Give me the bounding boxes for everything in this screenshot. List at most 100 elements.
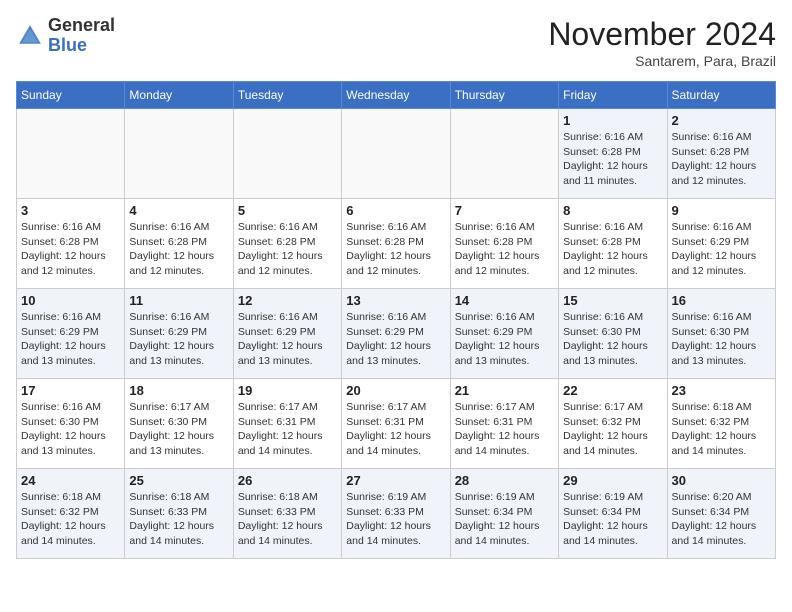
day-info: Sunrise: 6:16 AM Sunset: 6:30 PM Dayligh…: [21, 400, 120, 459]
day-header-friday: Friday: [559, 82, 667, 109]
day-info: Sunrise: 6:19 AM Sunset: 6:34 PM Dayligh…: [563, 490, 662, 549]
day-number: 26: [238, 473, 337, 488]
day-number: 12: [238, 293, 337, 308]
day-info: Sunrise: 6:16 AM Sunset: 6:28 PM Dayligh…: [21, 220, 120, 279]
day-info: Sunrise: 6:19 AM Sunset: 6:33 PM Dayligh…: [346, 490, 445, 549]
day-info: Sunrise: 6:20 AM Sunset: 6:34 PM Dayligh…: [672, 490, 771, 549]
day-number: 20: [346, 383, 445, 398]
calendar-cell: 7 Sunrise: 6:16 AM Sunset: 6:28 PM Daylig…: [450, 199, 558, 289]
day-info: Sunrise: 6:17 AM Sunset: 6:32 PM Dayligh…: [563, 400, 662, 459]
day-number: 21: [455, 383, 554, 398]
day-info: Sunrise: 6:16 AM Sunset: 6:29 PM Dayligh…: [238, 310, 337, 369]
day-number: 16: [672, 293, 771, 308]
day-number: 15: [563, 293, 662, 308]
day-number: 14: [455, 293, 554, 308]
day-number: 22: [563, 383, 662, 398]
day-info: Sunrise: 6:16 AM Sunset: 6:29 PM Dayligh…: [21, 310, 120, 369]
day-number: 25: [129, 473, 228, 488]
day-number: 29: [563, 473, 662, 488]
calendar-cell: 15Sunrise: 6:16 AM Sunset: 6:30 PM Dayli…: [559, 289, 667, 379]
day-info: Sunrise: 6:16 AM Sunset: 6:30 PM Dayligh…: [672, 310, 771, 369]
day-info: Sunrise: 6:17 AM Sunset: 6:31 PM Dayligh…: [238, 400, 337, 459]
calendar-cell: 27 Sunrise: 6:19 AM Sunset: 6:33 PM Dayli…: [342, 469, 450, 559]
day-info: Sunrise: 6:16 AM Sunset: 6:29 PM Dayligh…: [672, 220, 771, 279]
calendar-cell: 14 Sunrise: 6:16 AM Sunset: 6:29 PM Dayli…: [450, 289, 558, 379]
calendar-cell: 10 Sunrise: 6:16 AM Sunset: 6:29 PM Dayli…: [17, 289, 125, 379]
day-number: 11: [129, 293, 228, 308]
day-info: Sunrise: 6:16 AM Sunset: 6:29 PM Dayligh…: [129, 310, 228, 369]
calendar-cell: 4Sunrise: 6:16 AM Sunset: 6:28 PM Daylig…: [125, 199, 233, 289]
day-info: Sunrise: 6:17 AM Sunset: 6:31 PM Dayligh…: [455, 400, 554, 459]
calendar-cell: 9 Sunrise: 6:16 AM Sunset: 6:29 PM Daylig…: [667, 199, 775, 289]
calendar-cell: 19 Sunrise: 6:17 AM Sunset: 6:31 PM Dayli…: [233, 379, 341, 469]
day-info: Sunrise: 6:18 AM Sunset: 6:33 PM Dayligh…: [129, 490, 228, 549]
calendar-cell: 5 Sunrise: 6:16 AM Sunset: 6:28 PM Daylig…: [233, 199, 341, 289]
calendar-cell: 25 Sunrise: 6:18 AM Sunset: 6:33 PM Dayli…: [125, 469, 233, 559]
calendar-cell: 2Sunrise: 6:16 AM Sunset: 6:28 PM Daylig…: [667, 109, 775, 199]
calendar-table: SundayMondayTuesdayWednesdayThursdayFrid…: [16, 81, 776, 559]
day-info: Sunrise: 6:17 AM Sunset: 6:31 PM Dayligh…: [346, 400, 445, 459]
logo-blue-text: Blue: [48, 35, 87, 55]
calendar-week-row: 10 Sunrise: 6:16 AM Sunset: 6:29 PM Dayli…: [17, 289, 776, 379]
logo-icon: [16, 22, 44, 50]
day-number: 24: [21, 473, 120, 488]
day-number: 4: [129, 203, 228, 218]
month-title: November 2024: [548, 16, 776, 53]
day-header-tuesday: Tuesday: [233, 82, 341, 109]
calendar-cell: [233, 109, 341, 199]
day-number: 6: [346, 203, 445, 218]
day-header-sunday: Sunday: [17, 82, 125, 109]
calendar-cell: 1 Sunrise: 6:16 AM Sunset: 6:28 PM Daylig…: [559, 109, 667, 199]
day-number: 9: [672, 203, 771, 218]
day-header-saturday: Saturday: [667, 82, 775, 109]
logo-general-text: General: [48, 15, 115, 35]
day-info: Sunrise: 6:16 AM Sunset: 6:28 PM Dayligh…: [563, 130, 662, 189]
day-number: 2: [672, 113, 771, 128]
day-number: 13: [346, 293, 445, 308]
day-info: Sunrise: 6:17 AM Sunset: 6:30 PM Dayligh…: [129, 400, 228, 459]
calendar-cell: 26 Sunrise: 6:18 AM Sunset: 6:33 PM Dayli…: [233, 469, 341, 559]
calendar-cell: 28Sunrise: 6:19 AM Sunset: 6:34 PM Dayli…: [450, 469, 558, 559]
calendar-cell: 16 Sunrise: 6:16 AM Sunset: 6:30 PM Dayli…: [667, 289, 775, 379]
day-info: Sunrise: 6:16 AM Sunset: 6:28 PM Dayligh…: [238, 220, 337, 279]
day-number: 28: [455, 473, 554, 488]
day-info: Sunrise: 6:16 AM Sunset: 6:29 PM Dayligh…: [346, 310, 445, 369]
day-number: 27: [346, 473, 445, 488]
title-block: November 2024 Santarem, Para, Brazil: [548, 16, 776, 69]
day-number: 1: [563, 113, 662, 128]
day-number: 10: [21, 293, 120, 308]
day-info: Sunrise: 6:16 AM Sunset: 6:28 PM Dayligh…: [455, 220, 554, 279]
calendar-cell: 24Sunrise: 6:18 AM Sunset: 6:32 PM Dayli…: [17, 469, 125, 559]
calendar-cell: 29 Sunrise: 6:19 AM Sunset: 6:34 PM Dayli…: [559, 469, 667, 559]
calendar-cell: 22 Sunrise: 6:17 AM Sunset: 6:32 PM Dayli…: [559, 379, 667, 469]
calendar-cell: 8 Sunrise: 6:16 AM Sunset: 6:28 PM Daylig…: [559, 199, 667, 289]
calendar-cell: 17Sunrise: 6:16 AM Sunset: 6:30 PM Dayli…: [17, 379, 125, 469]
day-number: 19: [238, 383, 337, 398]
calendar-cell: 21 Sunrise: 6:17 AM Sunset: 6:31 PM Dayli…: [450, 379, 558, 469]
calendar-cell: [17, 109, 125, 199]
day-number: 18: [129, 383, 228, 398]
day-header-wednesday: Wednesday: [342, 82, 450, 109]
day-header-thursday: Thursday: [450, 82, 558, 109]
day-info: Sunrise: 6:18 AM Sunset: 6:33 PM Dayligh…: [238, 490, 337, 549]
calendar-week-row: 1 Sunrise: 6:16 AM Sunset: 6:28 PM Daylig…: [17, 109, 776, 199]
calendar-week-row: 24Sunrise: 6:18 AM Sunset: 6:32 PM Dayli…: [17, 469, 776, 559]
calendar-header-row: SundayMondayTuesdayWednesdayThursdayFrid…: [17, 82, 776, 109]
calendar-cell: 30 Sunrise: 6:20 AM Sunset: 6:34 PM Dayli…: [667, 469, 775, 559]
day-info: Sunrise: 6:16 AM Sunset: 6:29 PM Dayligh…: [455, 310, 554, 369]
calendar-cell: 3Sunrise: 6:16 AM Sunset: 6:28 PM Daylig…: [17, 199, 125, 289]
day-number: 7: [455, 203, 554, 218]
calendar-cell: 23Sunrise: 6:18 AM Sunset: 6:32 PM Dayli…: [667, 379, 775, 469]
calendar-cell: [125, 109, 233, 199]
day-number: 30: [672, 473, 771, 488]
logo: General Blue: [16, 16, 115, 56]
day-number: 8: [563, 203, 662, 218]
page-header: General Blue November 2024 Santarem, Par…: [16, 16, 776, 69]
calendar-week-row: 17Sunrise: 6:16 AM Sunset: 6:30 PM Dayli…: [17, 379, 776, 469]
day-info: Sunrise: 6:16 AM Sunset: 6:28 PM Dayligh…: [563, 220, 662, 279]
day-number: 5: [238, 203, 337, 218]
calendar-cell: 13 Sunrise: 6:16 AM Sunset: 6:29 PM Dayli…: [342, 289, 450, 379]
day-number: 23: [672, 383, 771, 398]
location-subtitle: Santarem, Para, Brazil: [548, 53, 776, 69]
day-info: Sunrise: 6:16 AM Sunset: 6:28 PM Dayligh…: [346, 220, 445, 279]
